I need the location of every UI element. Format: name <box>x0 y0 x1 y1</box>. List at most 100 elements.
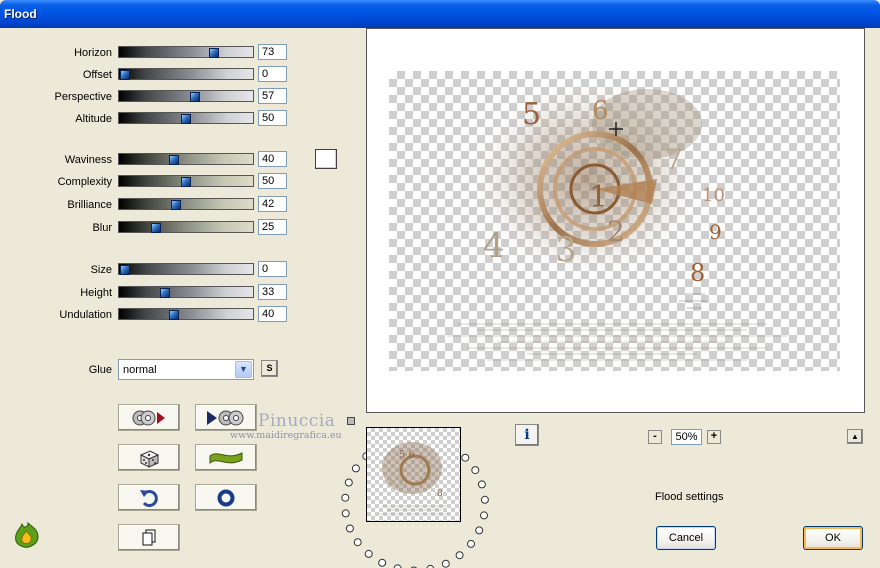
slider-thumb[interactable] <box>168 310 179 320</box>
thumbnail-image: 5 6 4 3 8 <box>379 442 449 515</box>
watermark-url: www.maidiregrafica.eu <box>230 430 342 441</box>
value-field-blur[interactable]: 25 <box>258 219 287 235</box>
reset-button[interactable] <box>118 484 180 511</box>
navigator-dot <box>467 539 475 548</box>
svg-text:2: 2 <box>607 215 625 248</box>
slider-waviness[interactable] <box>118 153 254 165</box>
svg-text:8: 8 <box>437 489 443 499</box>
param-label-undulation: Undulation <box>59 309 112 321</box>
value-field-undulation[interactable]: 40 <box>258 306 287 322</box>
navigator-marker[interactable] <box>347 417 355 425</box>
dialog-panel: Horizon 73 Offset 0 Perspective 57 Altitude 50 W… <box>0 28 880 568</box>
svg-text:9: 9 <box>709 220 722 244</box>
flame-logo-icon <box>15 521 39 548</box>
ring-icon <box>217 489 235 506</box>
zoom-in-button[interactable]: + <box>707 430 721 444</box>
page-icon <box>142 529 156 545</box>
window-title: Flood <box>4 7 37 21</box>
svg-text:6: 6 <box>592 96 609 126</box>
svg-text:7: 7 <box>665 143 683 176</box>
navigator-dot <box>471 466 480 475</box>
value-field-horizon[interactable]: 73 <box>258 44 287 60</box>
slider-complexity[interactable] <box>118 175 254 187</box>
svg-text:5: 5 <box>522 97 541 132</box>
slider-brilliance[interactable] <box>118 198 254 210</box>
slider-altitude[interactable] <box>118 112 254 124</box>
watermark: Pinuccia www.maidiregrafica.eu <box>230 411 342 441</box>
slider-undulation[interactable] <box>118 308 254 320</box>
value-field-perspective[interactable]: 57 <box>258 88 287 104</box>
navigator-dot <box>341 509 350 518</box>
param-label-waviness: Waviness <box>64 154 112 166</box>
slider-thumb[interactable] <box>168 155 179 165</box>
watermark-name: Pinuccia <box>258 411 336 431</box>
zoom-out-button[interactable]: - <box>648 430 662 444</box>
navigator-dot <box>378 558 387 567</box>
navigator-thumbnail[interactable]: 5 6 4 3 8 <box>366 427 461 522</box>
value-field-complexity[interactable]: 50 <box>258 173 287 189</box>
value-field-altitude[interactable]: 50 <box>258 110 287 126</box>
copy-button[interactable] <box>118 524 180 551</box>
glue-select[interactable]: normal ▼ <box>118 359 254 380</box>
svg-text:10: 10 <box>702 185 725 206</box>
glue-select-value: normal <box>123 364 157 376</box>
param-label-horizon: Horizon <box>74 47 112 59</box>
slider-thumb[interactable] <box>160 288 171 298</box>
param-label-complexity: Complexity <box>57 176 112 188</box>
param-label-altitude: Altitude <box>75 113 112 125</box>
svg-text:4: 4 <box>483 226 505 266</box>
undo-arrow-icon <box>140 489 158 507</box>
value-field-height[interactable]: 33 <box>258 284 287 300</box>
slider-thumb[interactable] <box>189 92 200 102</box>
slider-thumb[interactable] <box>120 265 130 275</box>
svg-text:3: 3 <box>555 230 577 270</box>
title-bar: Flood <box>0 0 880 28</box>
navigator-dot <box>353 538 362 547</box>
param-label-size: Size <box>90 264 112 276</box>
circle-button[interactable] <box>195 484 257 511</box>
navigator-dot <box>441 559 450 568</box>
status-label: Flood settings <box>655 491 724 503</box>
param-label-height: Height <box>80 287 112 299</box>
randomize-button[interactable] <box>118 444 180 471</box>
slider-thumb[interactable] <box>181 177 191 187</box>
slider-horizon[interactable] <box>118 46 254 58</box>
value-field-brilliance[interactable]: 42 <box>258 196 287 212</box>
info-button[interactable]: i <box>515 424 539 446</box>
cancel-button[interactable]: Cancel <box>656 526 716 550</box>
main-preview[interactable]: 1 5 6 7 10 9 8 4 3 2 <box>366 28 865 413</box>
param-label-brilliance: Brilliance <box>67 199 112 211</box>
slider-thumb[interactable] <box>120 70 130 80</box>
navigator-dot <box>351 464 360 473</box>
collapse-button[interactable]: ▲ <box>847 429 863 444</box>
clock-preview-image: 1 5 6 7 10 9 8 4 3 2 <box>447 84 787 361</box>
slider-thumb[interactable] <box>209 48 220 58</box>
wave-button[interactable] <box>195 444 257 471</box>
slider-blur[interactable] <box>118 221 254 233</box>
chevron-down-icon[interactable]: ▼ <box>235 361 252 378</box>
value-field-waviness[interactable]: 40 <box>258 151 287 167</box>
value-field-offset[interactable]: 0 <box>258 66 287 82</box>
navigator-dot <box>345 524 354 533</box>
glue-label: Glue <box>88 364 112 376</box>
slider-thumb[interactable] <box>181 114 191 124</box>
slider-thumb[interactable] <box>171 200 182 210</box>
zoom-level: 50% <box>671 429 702 445</box>
glue-s-button[interactable]: S <box>261 360 278 377</box>
disc-arrow-left-icon <box>132 410 165 425</box>
navigator-dot <box>461 453 470 462</box>
slider-thumb[interactable] <box>150 223 161 233</box>
param-label-blur: Blur <box>92 222 112 234</box>
load-preset-button[interactable] <box>118 404 180 431</box>
slider-perspective[interactable] <box>118 90 254 102</box>
color-swatch[interactable] <box>315 149 337 169</box>
navigator-dot <box>344 478 353 487</box>
slider-offset[interactable] <box>118 68 254 80</box>
navigator-dot <box>455 551 464 560</box>
slider-size[interactable] <box>118 263 254 275</box>
ok-button[interactable]: OK <box>803 526 863 550</box>
slider-height[interactable] <box>118 286 254 298</box>
value-field-size[interactable]: 0 <box>258 261 287 277</box>
svg-text:4 3: 4 3 <box>387 478 403 489</box>
wave-icon <box>209 451 243 464</box>
